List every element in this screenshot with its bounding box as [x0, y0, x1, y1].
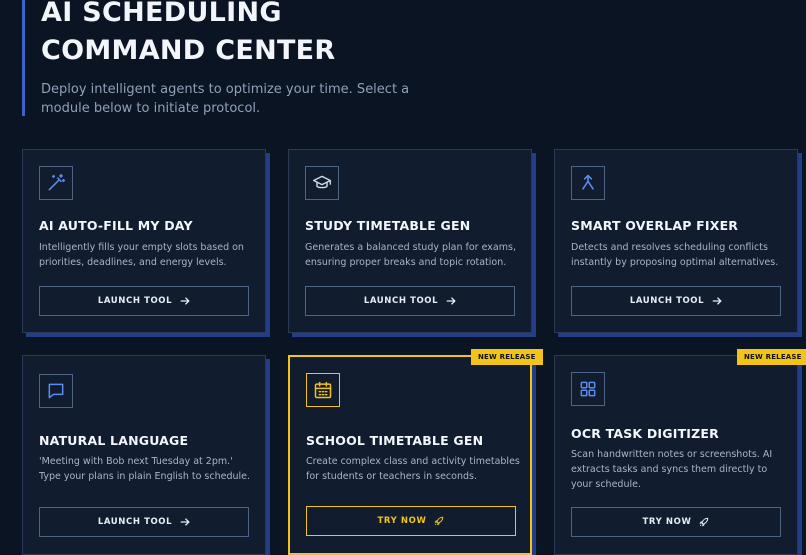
- button-label: LAUNCH TOOL: [363, 296, 439, 306]
- rocket-icon: [700, 517, 709, 527]
- arrow-right-icon: [712, 297, 722, 305]
- card-smart-overlap-fixer: SMART OVERLAP FIXER Detects and resolves…: [554, 149, 798, 333]
- launch-tool-button[interactable]: LAUNCH TOOL: [571, 286, 781, 316]
- grid-icon: [571, 372, 605, 406]
- button-label: LAUNCH TOOL: [97, 517, 173, 527]
- card-ocr-task-digitizer: OCR TASK DIGITIZER Scan handwritten note…: [554, 355, 798, 555]
- try-now-button[interactable]: TRY NOW: [571, 507, 781, 537]
- calendar-icon: [306, 373, 340, 407]
- page-title-line-2: COMMAND CENTER: [41, 35, 336, 66]
- merge-arrows-icon: [571, 166, 605, 200]
- arrow-right-icon: [180, 297, 190, 305]
- page-subtitle: Deploy intelligent agents to optimize yo…: [41, 82, 410, 116]
- page-title-line-1: AI SCHEDULING: [41, 0, 282, 28]
- page-header: AI SCHEDULING COMMAND CENTER Deploy inte…: [22, 0, 541, 116]
- new-release-badge: NEW RELEASE: [471, 349, 543, 365]
- button-label: TRY NOW: [642, 517, 692, 527]
- card-school-timetable: SCHOOL TIMETABLE GEN Create complex clas…: [288, 355, 532, 555]
- card-ai-auto-fill: AI AUTO-FILL MY DAY Intelligently fills …: [22, 149, 266, 333]
- try-now-button[interactable]: TRY NOW: [306, 506, 516, 536]
- card-description: Scan handwritten notes or screenshots. A…: [571, 449, 773, 490]
- launch-tool-button[interactable]: LAUNCH TOOL: [39, 286, 249, 316]
- card-title: NATURAL LANGUAGE: [39, 433, 189, 448]
- card-natural-language: NATURAL LANGUAGE 'Meeting with Bob next …: [22, 355, 266, 555]
- arrow-right-icon: [446, 297, 456, 305]
- card-description: Detects and resolves scheduling conflict…: [571, 242, 779, 268]
- new-release-badge: NEW RELEASE: [737, 349, 806, 365]
- card-description: Generates a balanced study plan for exam…: [305, 242, 516, 268]
- magic-wand-icon: [39, 166, 73, 200]
- launch-tool-button[interactable]: LAUNCH TOOL: [305, 286, 515, 316]
- arrow-right-icon: [180, 518, 190, 526]
- chat-bubble-icon: [39, 374, 73, 408]
- rocket-icon: [435, 516, 444, 526]
- graduation-cap-icon: [305, 166, 339, 200]
- card-title: OCR TASK DIGITIZER: [571, 426, 719, 441]
- button-label: LAUNCH TOOL: [629, 296, 705, 306]
- button-label: TRY NOW: [377, 516, 427, 526]
- card-title: AI AUTO-FILL MY DAY: [39, 218, 193, 233]
- page-title: AI SCHEDULING COMMAND CENTER: [41, 0, 541, 70]
- launch-tool-button[interactable]: LAUNCH TOOL: [39, 507, 249, 537]
- card-description: Create complex class and activity timeta…: [306, 456, 520, 482]
- card-title: SMART OVERLAP FIXER: [571, 218, 739, 233]
- card-study-timetable: STUDY TIMETABLE GEN Generates a balanced…: [288, 149, 532, 333]
- card-description: Intelligently fills your empty slots bas…: [39, 242, 244, 268]
- card-title: STUDY TIMETABLE GEN: [305, 218, 471, 233]
- card-description: 'Meeting with Bob next Tuesday at 2pm.' …: [39, 456, 251, 482]
- button-label: LAUNCH TOOL: [97, 296, 173, 306]
- card-title: SCHOOL TIMETABLE GEN: [306, 433, 484, 448]
